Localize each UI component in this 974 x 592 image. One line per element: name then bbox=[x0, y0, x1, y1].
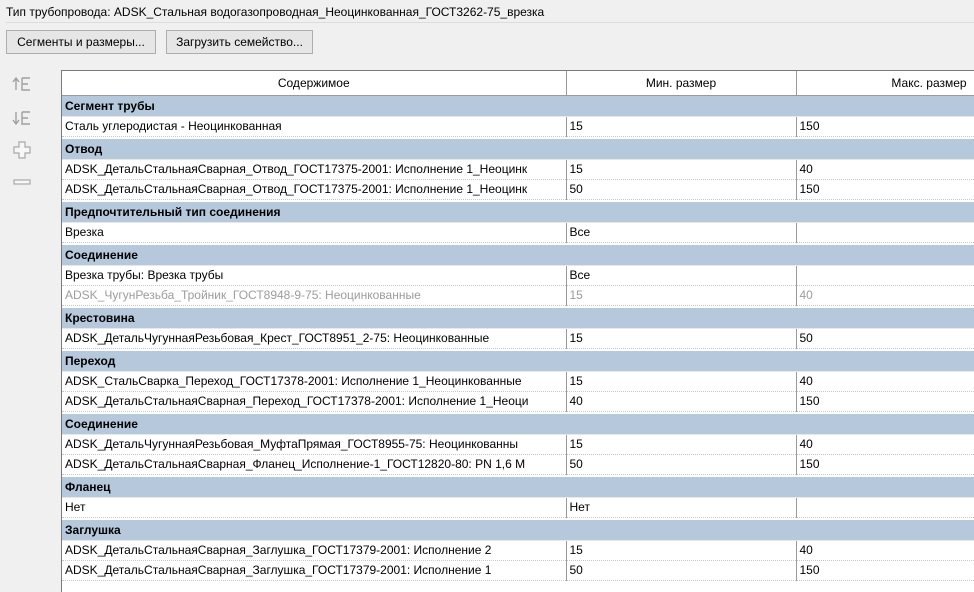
group-header-label: Соединение bbox=[62, 414, 974, 435]
routing-grid: Содержимое Мин. размер Макс. размер Сегм… bbox=[62, 71, 974, 583]
segments-and-sizes-button[interactable]: Сегменты и размеры... bbox=[6, 30, 156, 54]
cell-max-size[interactable]: 150 bbox=[796, 454, 974, 475]
cell-max-size[interactable]: 50 bbox=[796, 328, 974, 349]
group-spacer-cell bbox=[62, 580, 974, 583]
group-header-row: Соединение bbox=[62, 414, 974, 435]
cell-min-size[interactable]: Все bbox=[566, 265, 797, 286]
group-header-label: Заглушка bbox=[62, 520, 974, 541]
cell-min-size[interactable]: 40 bbox=[566, 391, 797, 412]
group-header-row: Сегмент трубы bbox=[62, 95, 974, 117]
group-spacer bbox=[62, 580, 974, 583]
cell-min-size[interactable]: Все bbox=[566, 222, 797, 243]
group-header-row: Предпочтительный тип соединения bbox=[62, 202, 974, 223]
table-row[interactable]: ADSK_ДетальЧугуннаяРезьбовая_Крест_ГОСТ8… bbox=[62, 328, 974, 349]
cell-content[interactable]: Врезка bbox=[62, 222, 567, 243]
cell-content[interactable]: ADSK_ДетальСтальнаяСварная_Фланец_Исполн… bbox=[62, 454, 567, 475]
cell-content[interactable]: Нет bbox=[62, 497, 567, 518]
table-row[interactable]: ADSK_ДетальСтальнаяСварная_Отвод_ГОСТ173… bbox=[62, 179, 974, 200]
cell-content[interactable]: ADSK_ДетальСтальнаяСварная_Заглушка_ГОСТ… bbox=[62, 560, 567, 581]
group-header-row: Фланец bbox=[62, 477, 974, 498]
cell-max-size[interactable]: 40 bbox=[796, 285, 974, 306]
table-row[interactable]: ADSK_ЧугунРезьба_Тройник_ГОСТ8948-9-75: … bbox=[62, 285, 974, 306]
cell-max-size[interactable]: 150 bbox=[796, 391, 974, 412]
column-header-row: Содержимое Мин. размер Макс. размер bbox=[62, 71, 974, 96]
column-header-min-size[interactable]: Мин. размер bbox=[566, 71, 797, 96]
table-row[interactable]: ADSK_ДетальЧугуннаяРезьбовая_МуфтаПрямая… bbox=[62, 434, 974, 455]
column-header-max-size[interactable]: Макс. размер bbox=[796, 71, 974, 96]
table-row[interactable]: ADSK_ДетальСтальнаяСварная_Заглушка_ГОСТ… bbox=[62, 560, 974, 581]
cell-min-size[interactable]: 50 bbox=[566, 179, 797, 200]
table-row[interactable]: ADSK_ДетальСтальнаяСварная_Фланец_Исполн… bbox=[62, 454, 974, 475]
move-down-icon[interactable] bbox=[8, 106, 36, 130]
table-row[interactable]: Врезка трубы: Врезка трубы Все bbox=[62, 265, 974, 286]
cell-min-size[interactable]: 50 bbox=[566, 560, 797, 581]
cell-content[interactable]: ADSK_ДетальЧугуннаяРезьбовая_Крест_ГОСТ8… bbox=[62, 328, 567, 349]
cell-min-size[interactable]: 15 bbox=[566, 371, 797, 392]
table-row[interactable]: Нет Нет bbox=[62, 497, 974, 518]
add-row-icon[interactable] bbox=[8, 138, 36, 162]
group-header-row: Отвод bbox=[62, 139, 974, 160]
cell-content[interactable]: ADSK_ДетальСтальнаяСварная_Переход_ГОСТ1… bbox=[62, 391, 567, 412]
table-row[interactable]: ADSK_ДетальСтальнаяСварная_Переход_ГОСТ1… bbox=[62, 391, 974, 412]
cell-content[interactable]: ADSK_ДетальСтальнаяСварная_Отвод_ГОСТ173… bbox=[62, 179, 567, 200]
cell-min-size[interactable]: 15 bbox=[566, 540, 797, 561]
group-header-label: Сегмент трубы bbox=[62, 95, 974, 117]
cell-max-size[interactable]: 40 bbox=[796, 540, 974, 561]
cell-max-size[interactable]: 40 bbox=[796, 371, 974, 392]
cell-max-size[interactable]: 40 bbox=[796, 159, 974, 180]
group-header-row: Крестовина bbox=[62, 308, 974, 329]
group-header-row: Переход bbox=[62, 351, 974, 372]
table-row[interactable]: Сталь углеродистая - Неоцинкованная 15 150 bbox=[62, 116, 974, 137]
table-row[interactable]: ADSK_ДетальСтальнаяСварная_Отвод_ГОСТ173… bbox=[62, 159, 974, 180]
cell-min-size[interactable]: 15 bbox=[566, 159, 797, 180]
group-header-row: Заглушка bbox=[62, 520, 974, 541]
cell-content[interactable]: ADSK_ДетальЧугуннаяРезьбовая_МуфтаПрямая… bbox=[62, 434, 567, 455]
move-up-icon[interactable] bbox=[8, 72, 36, 96]
load-family-button[interactable]: Загрузить семейство... bbox=[166, 30, 313, 54]
cell-min-size[interactable]: 15 bbox=[566, 434, 797, 455]
cell-min-size[interactable]: 15 bbox=[566, 328, 797, 349]
group-header-label: Крестовина bbox=[62, 308, 974, 329]
table-row[interactable]: ADSK_СтальСварка_Переход_ГОСТ17378-2001:… bbox=[62, 371, 974, 392]
pipe-type-title: Тип трубопровода: ADSK_Стальная водогазо… bbox=[6, 5, 545, 19]
cell-min-size[interactable]: 50 bbox=[566, 454, 797, 475]
cell-max-size[interactable] bbox=[796, 222, 974, 243]
cell-max-size[interactable] bbox=[796, 265, 974, 286]
cell-max-size[interactable]: 150 bbox=[796, 560, 974, 581]
group-header-label: Отвод bbox=[62, 139, 974, 160]
cell-max-size[interactable]: 40 bbox=[796, 434, 974, 455]
group-header-label: Соединение bbox=[62, 245, 974, 266]
cell-content[interactable]: Сталь углеродистая - Неоцинкованная bbox=[62, 116, 567, 137]
group-header-label: Фланец bbox=[62, 477, 974, 498]
group-header-label: Предпочтительный тип соединения bbox=[62, 202, 974, 223]
cell-max-size[interactable] bbox=[796, 497, 974, 518]
cell-min-size[interactable]: 15 bbox=[566, 285, 797, 306]
remove-row-icon[interactable] bbox=[8, 170, 36, 194]
cell-content[interactable]: ADSK_ДетальСтальнаяСварная_Заглушка_ГОСТ… bbox=[62, 540, 567, 561]
cell-min-size[interactable]: Нет bbox=[566, 497, 797, 518]
cell-content[interactable]: Врезка трубы: Врезка трубы bbox=[62, 265, 567, 286]
cell-min-size[interactable]: 15 bbox=[566, 116, 797, 137]
group-header-label: Переход bbox=[62, 351, 974, 372]
table-row[interactable]: ADSK_ДетальСтальнаяСварная_Заглушка_ГОСТ… bbox=[62, 540, 974, 561]
cell-max-size[interactable]: 150 bbox=[796, 116, 974, 137]
title-divider bbox=[6, 22, 974, 23]
cell-content[interactable]: ADSK_ДетальСтальнаяСварная_Отвод_ГОСТ173… bbox=[62, 159, 567, 180]
cell-content[interactable]: ADSK_СтальСварка_Переход_ГОСТ17378-2001:… bbox=[62, 371, 567, 392]
group-header-row: Соединение bbox=[62, 245, 974, 266]
routing-preferences-table: Содержимое Мин. размер Макс. размер Сегм… bbox=[61, 70, 974, 592]
cell-content[interactable]: ADSK_ЧугунРезьба_Тройник_ГОСТ8948-9-75: … bbox=[62, 285, 567, 306]
column-header-content[interactable]: Содержимое bbox=[62, 71, 567, 96]
table-row[interactable]: Врезка Все bbox=[62, 222, 974, 243]
cell-max-size[interactable]: 150 bbox=[796, 179, 974, 200]
